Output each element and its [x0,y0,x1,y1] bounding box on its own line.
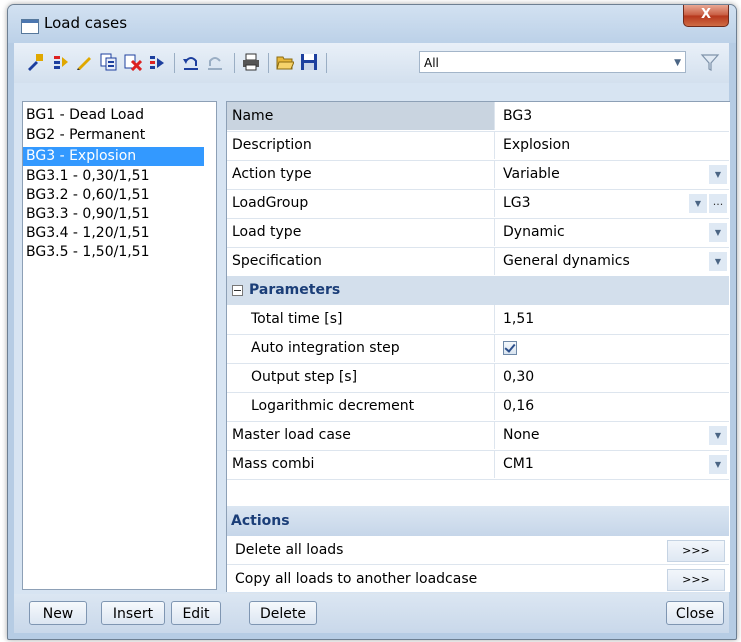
prop-label: Load type [227,218,495,246]
chevron-down-icon[interactable]: ▼ [689,194,707,213]
new-button[interactable]: New [29,601,87,625]
filter-combo[interactable]: All ▼ [419,51,686,73]
prop-row-log-decrement[interactable]: Logarithmic decrement 0,16 [227,392,729,422]
auto-integration-step-checkbox[interactable] [503,341,517,355]
chevron-down-icon[interactable]: ▼ [709,223,727,242]
prop-row-loadgroup[interactable]: LoadGroup LG3 ▼ ... [227,189,729,219]
prop-row-name[interactable]: Name BG3 [227,102,729,132]
prop-label: Specification [227,247,495,275]
prop-row-specification[interactable]: Specification General dynamics ▼ [227,247,729,277]
prop-label: Action type [227,160,495,188]
action-label: Delete all loads [235,542,344,558]
prop-label: Master load case [227,421,495,449]
list-item[interactable]: BG1 - Dead Load [23,106,204,125]
title-bar[interactable]: Load cases X [8,5,736,43]
chevron-down-icon[interactable]: ▼ [709,165,727,184]
log-decrement-field[interactable]: 0,16 [503,392,534,420]
prop-row-load-type[interactable]: Load type Dynamic ▼ [227,218,729,248]
delete-icon[interactable] [124,53,142,71]
copy-icon[interactable] [100,53,118,71]
action-delete-all-loads[interactable]: Delete all loads >>> [227,536,729,565]
insert-button[interactable]: Insert [101,601,165,625]
description-field[interactable]: Explosion [503,131,570,159]
undo-icon[interactable] [182,53,200,71]
prop-label: Logarithmic decrement [227,392,495,420]
insert-icon[interactable] [52,53,70,71]
prop-row-auto-integration-step[interactable]: Auto integration step [227,334,729,364]
mass-combi-select[interactable]: CM1 [503,450,534,478]
dialog-client: All ▼ BG1 - Dead Load BG2 - Permanent BG… [14,43,730,633]
master-load-case-select[interactable]: None [503,421,540,449]
edit-button[interactable]: Edit [171,601,221,625]
list-item[interactable]: BG3.3 - 0,90/1,51 [23,205,204,224]
delete-button[interactable]: Delete [249,601,317,625]
toolbar-separator [268,53,269,73]
chevron-down-icon[interactable]: ▼ [709,252,727,271]
specification-select[interactable]: General dynamics [503,247,630,275]
action-copy-all-loads[interactable]: Copy all loads to another loadcase >>> [227,565,729,594]
new-icon[interactable] [26,53,44,71]
name-field[interactable]: BG3 [503,102,532,130]
list-item[interactable]: BG3.4 - 1,20/1,51 [23,224,204,243]
load-type-select[interactable]: Dynamic [503,218,565,246]
loadgroup-more-button[interactable]: ... [709,194,727,213]
prop-row-action-type[interactable]: Action type Variable ▼ [227,160,729,190]
list-item[interactable]: BG3.2 - 0,60/1,51 [23,186,204,205]
open-icon[interactable] [276,53,294,71]
print-icon[interactable] [242,53,260,71]
list-item[interactable]: BG3.5 - 1,50/1,51 [23,243,204,262]
output-step-field[interactable]: 0,30 [503,363,534,391]
toolbar-separator [234,53,235,73]
load-cases-window: Load cases X All ▼ BG1 - Dead Load BG2 -… [7,4,737,640]
funnel-icon[interactable] [700,51,720,73]
list-item[interactable]: BG3.1 - 0,30/1,51 [23,167,204,186]
load-case-list[interactable]: BG1 - Dead Load BG2 - Permanent BG3 - Ex… [22,101,217,590]
prop-label: Total time [s] [227,305,495,333]
toolbar: All ▼ [14,43,729,83]
close-button[interactable]: Close [666,601,724,625]
toolbar-separator [326,53,327,73]
chevron-down-icon: ▼ [674,58,681,68]
redo-icon[interactable] [206,53,224,71]
close-window-button[interactable]: X [683,5,729,27]
parameters-group[interactable]: Parameters [227,276,729,305]
prop-row-master-load-case[interactable]: Master load case None ▼ [227,421,729,451]
collapse-icon[interactable] [232,285,243,296]
action-label: Copy all loads to another loadcase [235,571,478,587]
window-title: Load cases [44,14,128,32]
actions-header: Actions [227,506,729,536]
move-icon[interactable] [148,53,166,71]
filter-value: All [424,56,439,70]
edit-icon[interactable] [76,53,94,71]
prop-row-output-step[interactable]: Output step [s] 0,30 [227,363,729,393]
loadgroup-select[interactable]: LG3 [503,189,531,217]
copy-all-loads-button[interactable]: >>> [667,569,725,591]
prop-row-mass-combi[interactable]: Mass combi CM1 ▼ [227,450,729,480]
button-bar: New Insert Edit Delete Close [14,594,729,633]
window-icon [21,19,39,34]
list-item-selected[interactable]: BG3 - Explosion [23,147,204,166]
delete-all-loads-button[interactable]: >>> [667,540,725,562]
chevron-down-icon[interactable]: ▼ [709,426,727,445]
chevron-down-icon[interactable]: ▼ [709,455,727,474]
prop-label: Name [227,102,495,130]
prop-label: Mass combi [227,450,495,478]
prop-label: Output step [s] [227,363,495,391]
prop-label: Auto integration step [227,334,495,362]
prop-label: LoadGroup [227,189,495,217]
action-type-select[interactable]: Variable [503,160,560,188]
save-icon[interactable] [300,53,318,71]
group-label: Parameters [249,282,341,298]
prop-label: Description [227,131,495,159]
toolbar-separator [174,53,175,73]
total-time-field[interactable]: 1,51 [503,305,534,333]
prop-row-total-time[interactable]: Total time [s] 1,51 [227,305,729,335]
property-grid: Name BG3 Description Explosion Action ty… [226,101,730,594]
prop-row-description[interactable]: Description Explosion [227,131,729,161]
list-item[interactable]: BG2 - Permanent [23,126,204,145]
